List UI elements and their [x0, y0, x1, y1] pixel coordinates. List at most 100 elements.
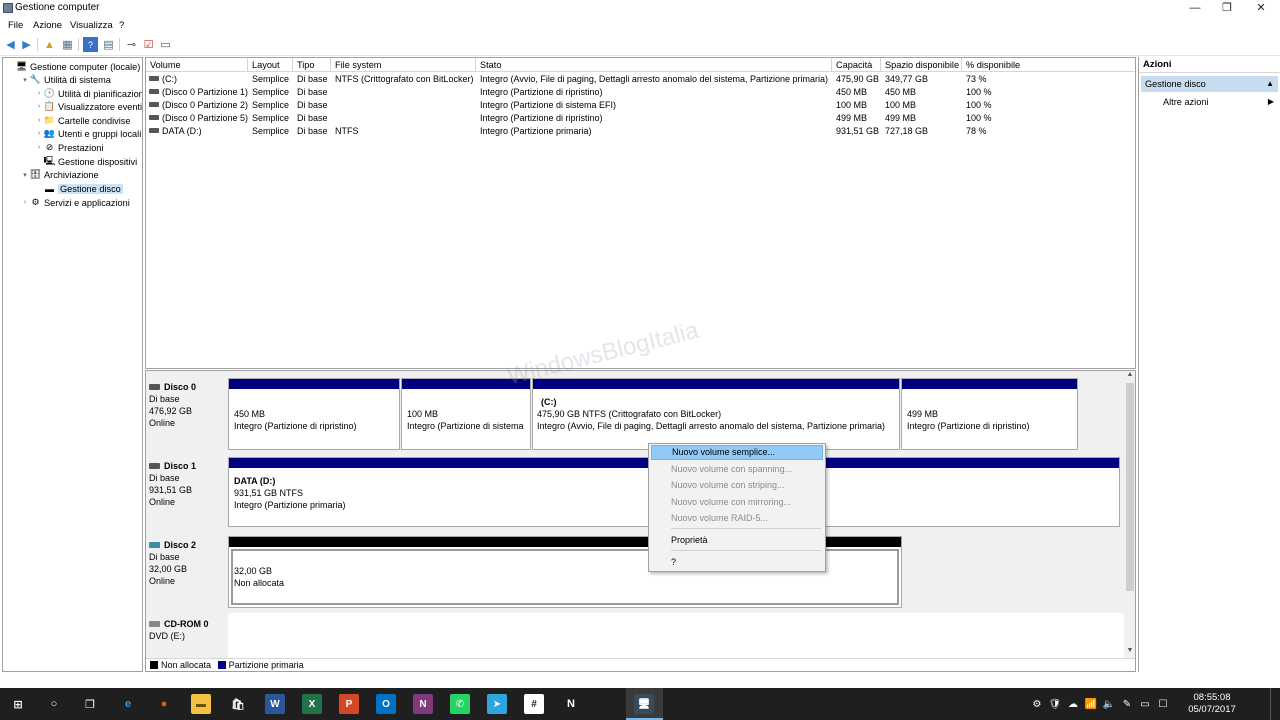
tree-item[interactable]: ▬ Gestione disco: [34, 182, 123, 195]
firefox-icon[interactable]: ●: [154, 694, 174, 714]
col-tipo[interactable]: Tipo: [293, 58, 331, 72]
clock[interactable]: 08:55:08 05/07/2017: [1182, 692, 1242, 716]
word-icon[interactable]: W: [265, 694, 285, 714]
connect-drive-icon[interactable]: ⊸: [124, 37, 139, 52]
col-spazio-disponibile[interactable]: Spazio disponibile: [881, 58, 962, 72]
context-menu-item[interactable]: ?: [651, 555, 823, 570]
outlook-icon[interactable]: O: [376, 694, 396, 714]
cdrom-0-area[interactable]: [228, 613, 1124, 658]
scroll-up-icon[interactable]: ▲: [1124, 371, 1135, 381]
volume-icon[interactable]: 🔈: [1102, 697, 1116, 711]
expand-arrow-icon[interactable]: ▾: [20, 76, 30, 84]
disk-0-partition-1[interactable]: 450 MB Integro (Partizione di ripristino…: [228, 378, 400, 450]
settings-list-icon[interactable]: ▭: [158, 37, 173, 52]
disk-0-partition-5[interactable]: 499 MB Integro (Partizione di ripristino…: [901, 378, 1078, 450]
context-menu-item[interactable]: Proprietà: [651, 533, 823, 548]
table-row[interactable]: (C:) Semplice Di base NTFS (Crittografato c…: [146, 73, 1135, 86]
col-file-system[interactable]: File system: [331, 58, 476, 72]
show-desktop-button[interactable]: [1271, 688, 1280, 720]
slack-icon[interactable]: #: [524, 694, 544, 714]
collapse-icon[interactable]: ▲: [1266, 76, 1274, 92]
show-hide-tree-icon[interactable]: ▦: [60, 37, 75, 52]
scrollbar-thumb[interactable]: [1126, 383, 1134, 591]
expand-arrow-icon[interactable]: ›: [34, 130, 44, 137]
tree-item[interactable]: 🖥 Gestione computer (locale): [6, 60, 141, 73]
col-capacita[interactable]: Capacità: [832, 58, 881, 72]
expand-arrow-icon[interactable]: ›: [34, 90, 44, 97]
tree-item[interactable]: 🖳 Gestione dispositivi: [34, 155, 138, 168]
forward-arrow-icon[interactable]: ▶: [19, 37, 34, 52]
pen-icon[interactable]: ✎: [1120, 697, 1134, 711]
tree-item[interactable]: › ⚙ Servizi e applicazioni: [20, 196, 130, 209]
excel-icon[interactable]: X: [302, 694, 322, 714]
close-button[interactable]: ✕: [1246, 0, 1276, 18]
expand-arrow-icon[interactable]: ›: [34, 144, 44, 151]
powerpoint-icon[interactable]: P: [339, 694, 359, 714]
file-explorer-icon[interactable]: ▬: [191, 694, 211, 714]
table-row[interactable]: (Disco 0 Partizione 2) Semplice Di base Int…: [146, 99, 1135, 112]
wifi-icon[interactable]: 📶: [1084, 697, 1098, 711]
tree-item[interactable]: › 🕒 Utilità di pianificazione: [34, 87, 142, 100]
more-actions-item[interactable]: Altre azioni ▶: [1163, 95, 1278, 109]
store-icon[interactable]: 🛍: [228, 694, 248, 714]
disk-0-partition-c[interactable]: (C:) 475,90 GB NTFS (Crittografato con B…: [532, 378, 900, 450]
context-menu-item[interactable]: Nuovo volume con spanning...: [651, 462, 823, 477]
col-layout[interactable]: Layout: [248, 58, 293, 72]
table-row[interactable]: (Disco 0 Partizione 1) Semplice Di base Int…: [146, 86, 1135, 99]
tree-item[interactable]: › 👥 Utenti e gruppi locali: [34, 127, 141, 140]
edge-icon[interactable]: e: [118, 694, 138, 714]
cortana-button[interactable]: ○: [44, 694, 64, 714]
expand-arrow-icon[interactable]: ›: [34, 117, 44, 124]
up-folder-icon[interactable]: ▲: [42, 37, 57, 52]
disk-0-label[interactable]: Disco 0 Di base 476,92 GB Online: [149, 381, 227, 429]
context-menu-item[interactable]: Nuovo volume con mirroring...: [651, 495, 823, 510]
minimize-button[interactable]: —: [1180, 0, 1210, 18]
context-menu-item[interactable]: Nuovo volume RAID-5...: [651, 511, 823, 526]
menu-help[interactable]: ?: [119, 20, 124, 31]
table-row[interactable]: (Disco 0 Partizione 5) Semplice Di base Int…: [146, 112, 1135, 125]
cell-text: 499 MB: [885, 113, 917, 123]
whatsapp-icon[interactable]: ✆: [450, 694, 470, 714]
actions-section-disk-management[interactable]: Gestione disco ▲: [1141, 76, 1278, 92]
col-volume[interactable]: Volume: [146, 58, 248, 72]
col-stato[interactable]: Stato: [476, 58, 832, 72]
menu-file[interactable]: File: [8, 20, 23, 31]
expand-arrow-icon[interactable]: ›: [34, 103, 44, 110]
onedrive-tray-icon[interactable]: ☁: [1066, 697, 1080, 711]
disk-1-label[interactable]: Disco 1 Di base 931,51 GB Online: [149, 460, 227, 508]
start-button[interactable]: ⊞: [8, 694, 28, 714]
disk-2-label[interactable]: Disco 2 Di base 32,00 GB Online: [149, 539, 227, 587]
context-menu-item[interactable]: Nuovo volume con striping...: [651, 478, 823, 493]
properties-view-icon[interactable]: ▤: [101, 37, 116, 52]
partition-text: (C:) 475,90 GB NTFS (Crittografato con B…: [537, 396, 897, 432]
tree-item[interactable]: › ⊘ Prestazioni: [34, 141, 104, 154]
battery-icon[interactable]: ▭: [1138, 697, 1152, 711]
checklist-icon[interactable]: ☑: [141, 37, 156, 52]
tree-item[interactable]: › 📋 Visualizzatore eventi: [34, 100, 142, 113]
back-arrow-icon[interactable]: ◀: [3, 37, 18, 52]
help-icon[interactable]: ?: [83, 37, 98, 52]
settings-tray-icon[interactable]: ⚙: [1030, 697, 1044, 711]
scroll-down-icon[interactable]: ▼: [1124, 647, 1135, 657]
menu-azione[interactable]: Azione: [33, 20, 62, 31]
notifications-icon[interactable]: ☐: [1156, 697, 1170, 711]
table-row[interactable]: DATA (D:) Semplice Di base NTFS Integro (Par…: [146, 125, 1135, 138]
telegram-icon[interactable]: ➤: [487, 694, 507, 714]
maximize-button[interactable]: ❐: [1212, 0, 1242, 18]
expand-arrow-icon[interactable]: ›: [20, 199, 30, 206]
notion-icon[interactable]: N: [561, 694, 581, 714]
tree-item[interactable]: › 📁 Cartelle condivise: [34, 114, 131, 127]
context-menu-item[interactable]: Nuovo volume semplice...: [651, 445, 823, 460]
disk-map-scrollbar[interactable]: ▲ ▼: [1124, 371, 1135, 658]
tree-item[interactable]: ▾ 🔧 Utilità di sistema: [20, 73, 111, 86]
cdrom-0-label[interactable]: CD-ROM 0 DVD (E:): [149, 618, 227, 642]
task-view-button[interactable]: ❐: [80, 694, 100, 714]
tree-item[interactable]: ▾ 🗄 Archiviazione: [20, 168, 98, 181]
onenote-icon[interactable]: N: [413, 694, 433, 714]
expand-arrow-icon[interactable]: ▾: [20, 171, 30, 179]
cell-text: Semplice: [252, 74, 290, 84]
computer-management-taskbar-icon[interactable]: 🖥: [634, 694, 654, 714]
menu-visualizza[interactable]: Visualizza: [70, 20, 113, 31]
col-percent-disponibile[interactable]: % disponibile: [962, 58, 1135, 72]
defender-tray-icon[interactable]: 🛡: [1048, 697, 1062, 711]
